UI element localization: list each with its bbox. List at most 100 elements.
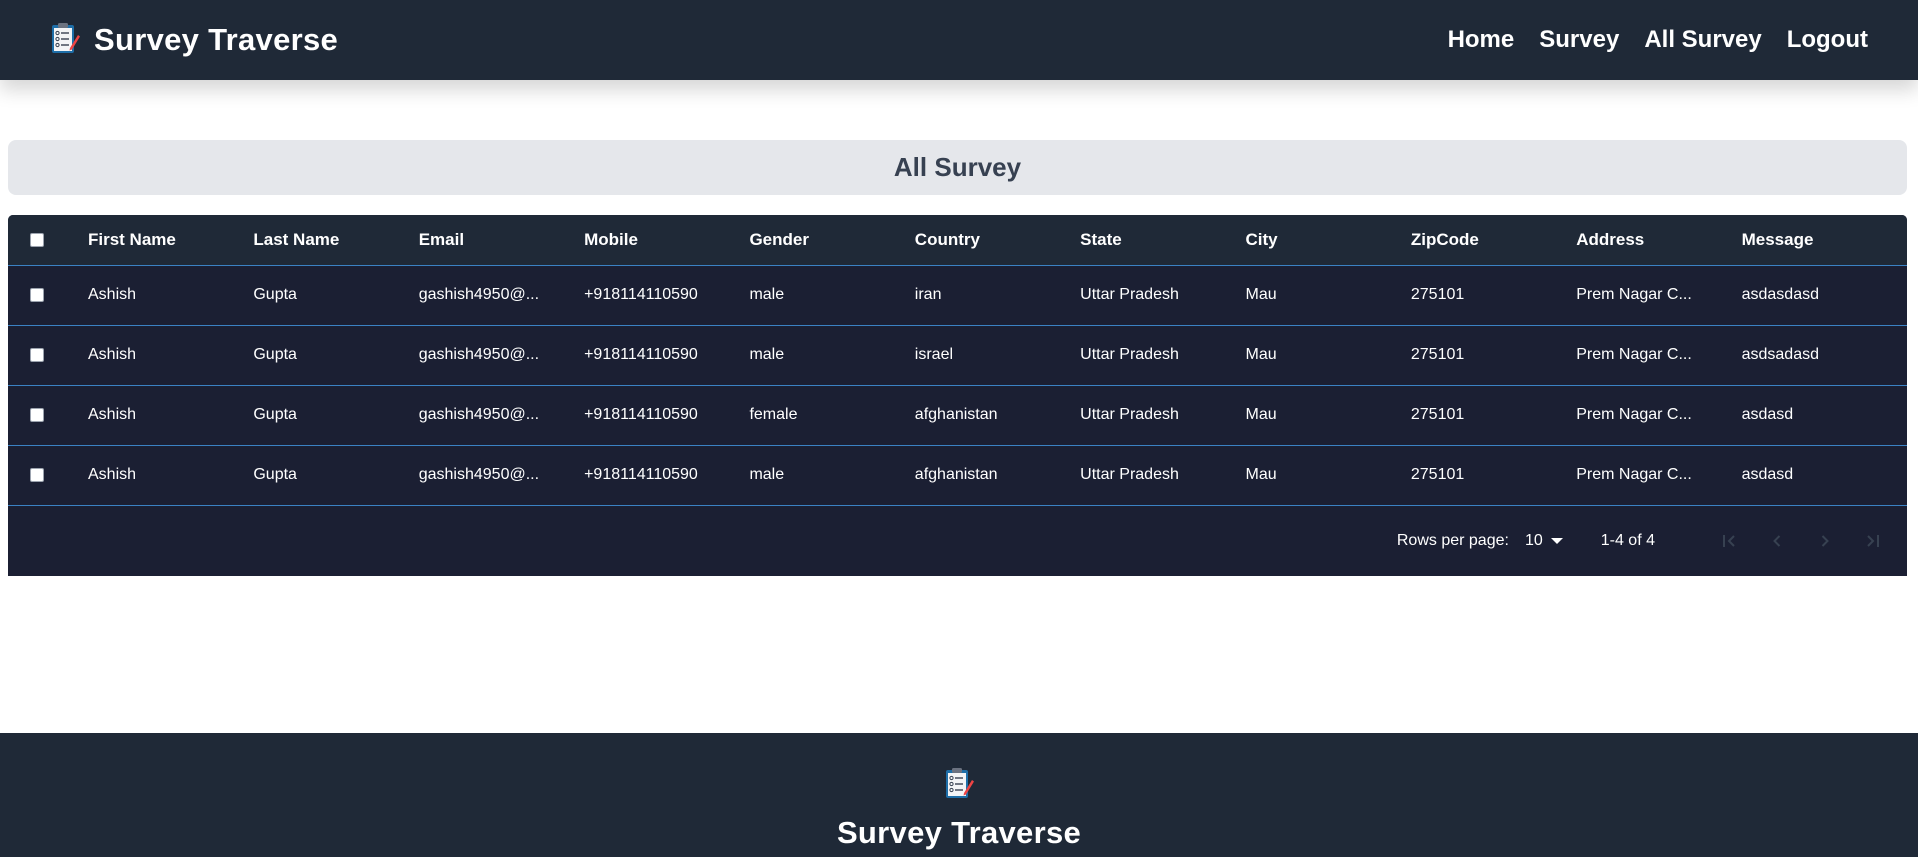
brand-title: Survey Traverse: [94, 22, 339, 57]
cell-country: afghanistan: [914, 466, 998, 483]
last-page-button[interactable]: [1861, 529, 1885, 553]
row-checkbox[interactable]: [30, 347, 44, 362]
cell-state: Uttar Pradesh: [1080, 286, 1179, 303]
cell-first-name: Ashish: [88, 406, 137, 423]
caret-down-icon: [1550, 537, 1563, 544]
cell-address: Prem Nagar C...: [1576, 346, 1692, 363]
cell-country: afghanistan: [914, 406, 998, 423]
select-all-checkbox[interactable]: [30, 233, 44, 248]
row-checkbox[interactable]: [30, 407, 44, 422]
cell-mobile: +918114110590: [584, 346, 698, 363]
row-checkbox[interactable]: [30, 467, 44, 482]
cell-state: Uttar Pradesh: [1080, 406, 1179, 423]
column-header-zipcode[interactable]: ZipCode: [1411, 215, 1576, 265]
cell-last-name: Gupta: [253, 466, 297, 483]
column-header-first-name[interactable]: First Name: [88, 215, 253, 265]
previous-page-button[interactable]: [1765, 529, 1789, 553]
cell-city: Mau: [1245, 346, 1277, 363]
page-title-bar: All Survey: [8, 140, 1907, 195]
row-checkbox-cell: [8, 265, 88, 325]
cell-address: Prem Nagar C...: [1576, 466, 1692, 483]
page-title: All Survey: [893, 152, 1022, 182]
column-header-city[interactable]: City: [1246, 215, 1411, 265]
row-checkbox-cell: [8, 385, 88, 445]
cell-gender: male: [749, 286, 785, 303]
nav-survey-link[interactable]: Survey: [1539, 26, 1619, 54]
cell-gender: male: [749, 466, 785, 483]
cell-mobile: +918114110590: [584, 466, 698, 483]
cell-zipcode: 275101: [1410, 346, 1465, 363]
rows-per-page-value: 10: [1524, 531, 1543, 549]
nav-logout-link[interactable]: Logout: [1787, 26, 1868, 54]
cell-zipcode: 275101: [1410, 466, 1465, 483]
cell-first-name: Ashish: [88, 466, 137, 483]
table-row[interactable]: Ashish Gupta gashish4950@... +9181141105…: [8, 325, 1907, 385]
cell-mobile: +918114110590: [584, 286, 698, 303]
cell-message: asdasdasd: [1741, 286, 1819, 303]
cell-city: Mau: [1245, 466, 1277, 483]
column-header-email[interactable]: Email: [419, 215, 584, 265]
rows-per-page-label: Rows per page:: [1396, 531, 1509, 549]
cell-email: gashish4950@...: [418, 346, 540, 363]
column-header-last-name[interactable]: Last Name: [253, 215, 418, 265]
row-checkbox-cell: [8, 445, 88, 505]
column-header-gender[interactable]: Gender: [749, 215, 914, 265]
column-header-message[interactable]: Message: [1742, 215, 1907, 265]
cell-email: gashish4950@...: [418, 286, 540, 303]
cell-country: israel: [914, 346, 954, 363]
cell-country: iran: [914, 286, 942, 303]
first-page-button[interactable]: [1717, 529, 1741, 553]
top-navbar: Survey Traverse Home Survey All Survey L…: [0, 0, 1918, 80]
survey-table: First Name Last Name Email Mobile Gender…: [8, 215, 1907, 506]
column-header-country[interactable]: Country: [915, 215, 1080, 265]
column-header-state[interactable]: State: [1080, 215, 1245, 265]
row-checkbox[interactable]: [30, 287, 44, 302]
cell-address: Prem Nagar C...: [1576, 406, 1692, 423]
row-checkbox-cell: [8, 325, 88, 385]
footer-title: Survey Traverse: [836, 815, 1082, 850]
table-header-row: First Name Last Name Email Mobile Gender…: [8, 215, 1907, 265]
table-row[interactable]: Ashish Gupta gashish4950@... +9181141105…: [8, 265, 1907, 325]
brand[interactable]: Survey Traverse: [50, 21, 338, 60]
cell-state: Uttar Pradesh: [1080, 466, 1179, 483]
first-page-icon: [1723, 534, 1735, 547]
cell-email: gashish4950@...: [418, 406, 540, 423]
rows-per-page-select[interactable]: 10: [1525, 532, 1563, 550]
cell-state: Uttar Pradesh: [1080, 346, 1179, 363]
cell-email: gashish4950@...: [418, 466, 540, 483]
cell-last-name: Gupta: [253, 406, 297, 423]
select-all-cell: [8, 215, 88, 265]
main-nav: Home Survey All Survey Logout: [1448, 26, 1868, 54]
cell-message: asdasd: [1741, 406, 1794, 423]
table-row[interactable]: Ashish Gupta gashish4950@... +9181141105…: [8, 385, 1907, 445]
next-page-button[interactable]: [1813, 529, 1837, 553]
column-header-mobile[interactable]: Mobile: [584, 215, 749, 265]
cell-first-name: Ashish: [88, 346, 137, 363]
cell-message: asdsadasd: [1741, 346, 1819, 363]
cell-message: asdasd: [1741, 466, 1794, 483]
page-footer: Survey Traverse: [0, 733, 1918, 857]
cell-gender: male: [749, 346, 785, 363]
cell-first-name: Ashish: [88, 286, 137, 303]
cell-zipcode: 275101: [1410, 406, 1465, 423]
table-row[interactable]: Ashish Gupta gashish4950@... +9181141105…: [8, 445, 1907, 505]
cell-gender: female: [749, 406, 798, 423]
nav-home-link[interactable]: Home: [1448, 26, 1515, 54]
clipboard-checklist-icon: [943, 766, 975, 805]
cell-last-name: Gupta: [253, 286, 297, 303]
clipboard-checklist-icon: [50, 21, 80, 60]
cell-last-name: Gupta: [253, 346, 297, 363]
nav-all-survey-link[interactable]: All Survey: [1644, 26, 1761, 54]
cell-address: Prem Nagar C...: [1576, 286, 1692, 303]
survey-table-container: First Name Last Name Email Mobile Gender…: [8, 215, 1907, 576]
chevron-right-icon: [1821, 534, 1829, 547]
cell-mobile: +918114110590: [584, 406, 698, 423]
column-header-address[interactable]: Address: [1576, 215, 1741, 265]
cell-zipcode: 275101: [1410, 286, 1465, 303]
cell-city: Mau: [1245, 286, 1277, 303]
table-pagination: Rows per page: 10 1-4 of 4: [8, 505, 1907, 576]
cell-city: Mau: [1245, 406, 1277, 423]
chevron-left-icon: [1773, 534, 1781, 547]
last-page-icon: [1867, 534, 1879, 547]
pagination-range: 1-4 of 4: [1600, 531, 1655, 549]
